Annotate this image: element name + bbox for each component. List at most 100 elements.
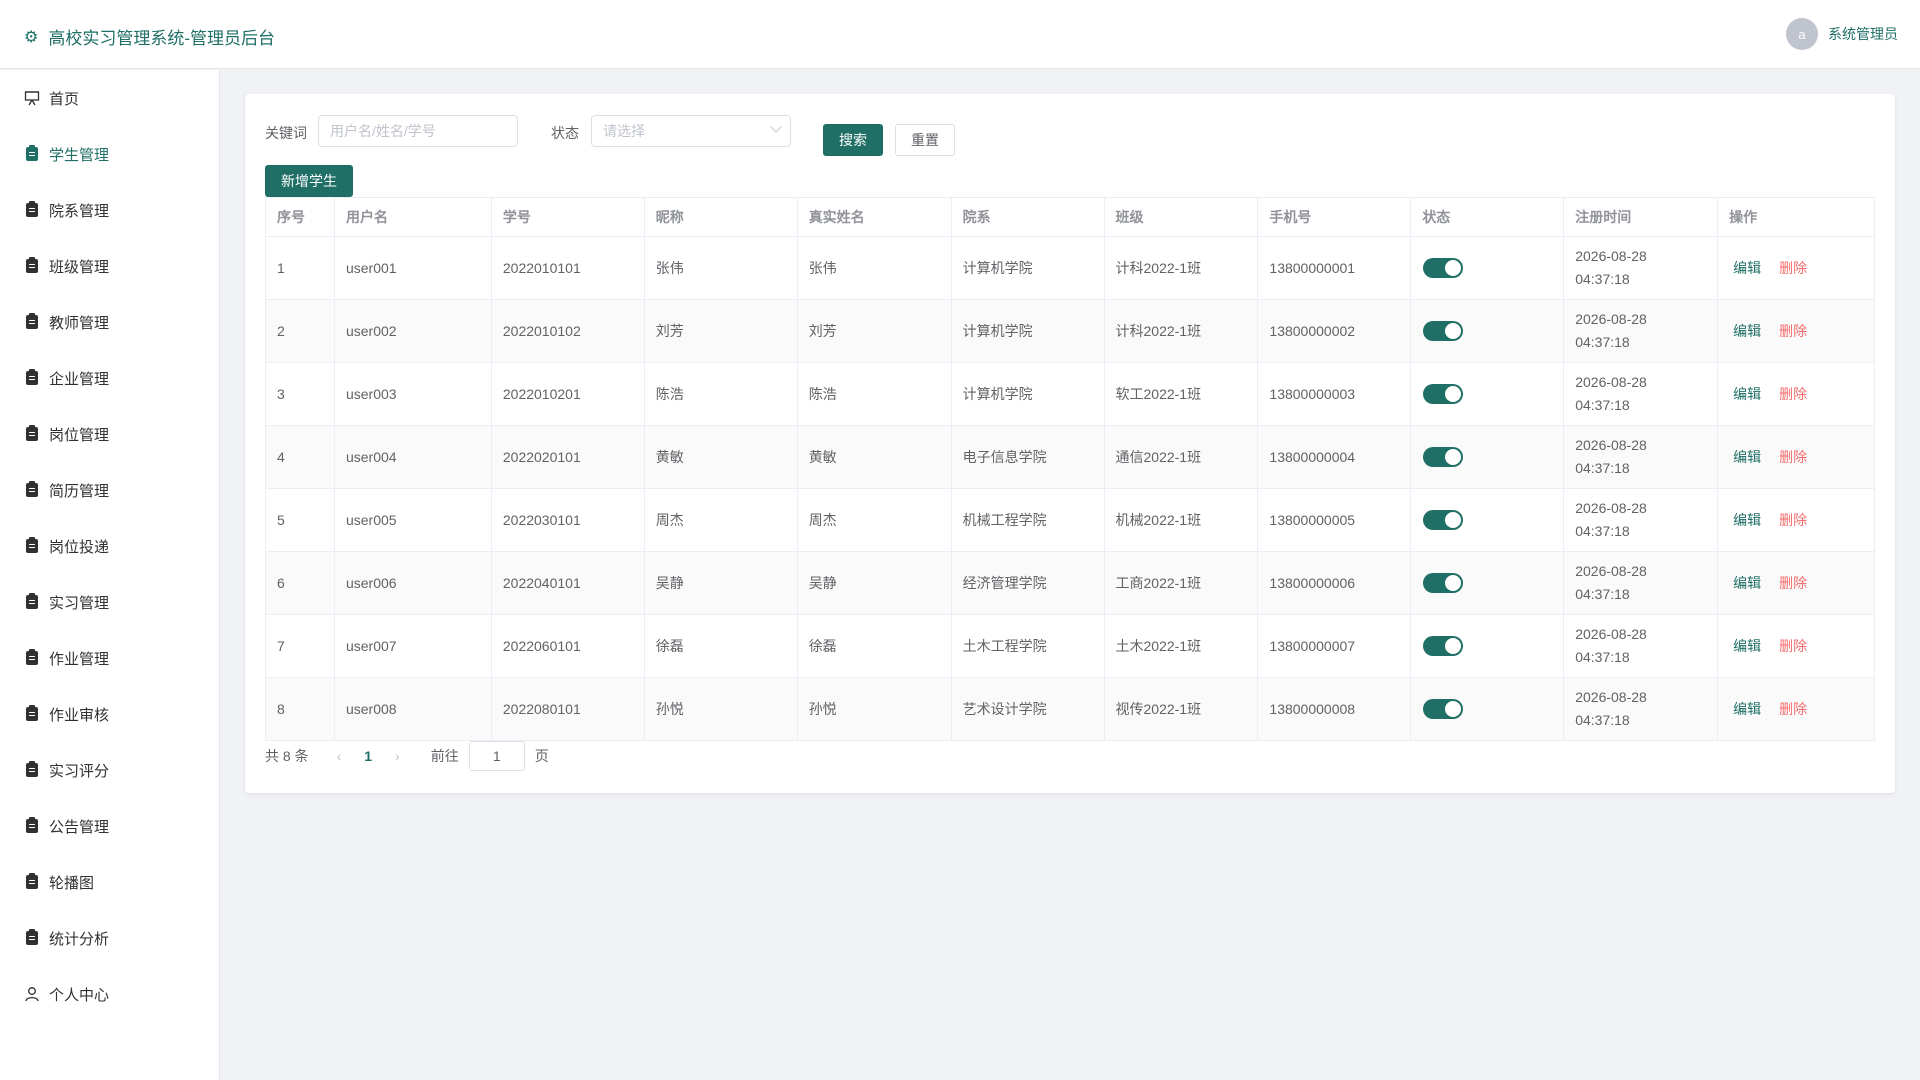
sidebar-item-carousel[interactable]: 轮播图 <box>0 854 219 910</box>
column-header[interactable]: 序号 <box>266 198 335 236</box>
column-header[interactable]: 班级 <box>1105 198 1259 236</box>
cell-phone: 13800000004 <box>1258 426 1412 488</box>
table-row: 3 user003 2022010201 陈浩 陈浩 计算机学院 软工2022-… <box>266 363 1876 426</box>
sidebar-item-label: 班级管理 <box>49 258 110 276</box>
cell-real-name: 吴静 <box>798 552 952 614</box>
status-select[interactable]: 请选择 <box>591 115 791 147</box>
reset-button[interactable]: 重置 <box>895 124 955 156</box>
cell-index: 7 <box>266 615 335 677</box>
column-header[interactable]: 手机号 <box>1258 198 1412 236</box>
sidebar-item-companies[interactable]: 企业管理 <box>0 350 219 406</box>
status-toggle[interactable] <box>1423 384 1464 404</box>
sidebar-item-applications[interactable]: 岗位投递 <box>0 518 219 574</box>
cell-student-no: 2022040101 <box>492 552 645 614</box>
status-toggle[interactable] <box>1423 447 1464 467</box>
clipboard-icon <box>24 593 40 610</box>
cell-student-no: 2022020101 <box>492 426 645 488</box>
cell-class: 软工2022-1班 <box>1105 363 1259 425</box>
delete-link[interactable]: 删除 <box>1779 447 1807 467</box>
register-clock: 04:37:18 <box>1575 334 1630 350</box>
edit-link[interactable]: 编辑 <box>1733 510 1761 530</box>
next-page-icon[interactable]: › <box>395 748 400 764</box>
delete-link[interactable]: 删除 <box>1779 636 1807 656</box>
sidebar: 首页 学生管理 院系管理 班级管理 教师管理 企业管理 岗位管理 简历管理 岗位… <box>0 70 220 1080</box>
cell-actions: 编辑 删除 <box>1718 363 1876 425</box>
column-header[interactable]: 注册时间 <box>1564 198 1719 236</box>
user-name[interactable]: 系统管理员 <box>1828 24 1898 44</box>
delete-link[interactable]: 删除 <box>1779 321 1807 341</box>
cell-phone: 13800000001 <box>1258 237 1412 299</box>
cell-nickname: 刘芳 <box>645 300 798 362</box>
sidebar-item-internship-scoring[interactable]: 实习评分 <box>0 742 219 798</box>
status-toggle[interactable] <box>1423 321 1464 341</box>
edit-link[interactable]: 编辑 <box>1733 258 1761 278</box>
cell-department: 计算机学院 <box>952 237 1105 299</box>
user-menu[interactable]: a 系统管理员 <box>1786 18 1898 50</box>
cell-student-no: 2022010101 <box>492 237 645 299</box>
sidebar-item-classes[interactable]: 班级管理 <box>0 238 219 294</box>
clipboard-icon <box>24 425 40 442</box>
sidebar-item-assignment-review[interactable]: 作业审核 <box>0 686 219 742</box>
cell-status <box>1411 615 1565 677</box>
column-header[interactable]: 昵称 <box>645 198 798 236</box>
sidebar-item-teachers[interactable]: 教师管理 <box>0 294 219 350</box>
cell-username: user004 <box>335 426 492 488</box>
register-date: 2026-08-28 <box>1575 311 1647 327</box>
edit-link[interactable]: 编辑 <box>1733 699 1761 719</box>
status-toggle[interactable] <box>1423 510 1464 530</box>
column-header[interactable]: 学号 <box>492 198 645 236</box>
cell-class: 土木2022-1班 <box>1105 615 1259 677</box>
status-toggle[interactable] <box>1423 636 1464 656</box>
sidebar-item-students[interactable]: 学生管理 <box>0 126 219 182</box>
delete-link[interactable]: 删除 <box>1779 510 1807 530</box>
cell-index: 3 <box>266 363 335 425</box>
status-toggle[interactable] <box>1423 699 1464 719</box>
delete-link[interactable]: 删除 <box>1779 258 1807 278</box>
sidebar-item-profile[interactable]: 个人中心 <box>0 966 219 1022</box>
cell-username: user008 <box>335 678 492 740</box>
column-header[interactable]: 用户名 <box>335 198 492 236</box>
sidebar-item-resumes[interactable]: 简历管理 <box>0 462 219 518</box>
search-button[interactable]: 搜索 <box>823 124 883 156</box>
delete-link[interactable]: 删除 <box>1779 384 1807 404</box>
edit-link[interactable]: 编辑 <box>1733 384 1761 404</box>
status-toggle[interactable] <box>1423 258 1464 278</box>
edit-link[interactable]: 编辑 <box>1733 447 1761 467</box>
keyword-search-input[interactable]: 用户名/姓名/学号 <box>318 115 518 147</box>
column-header[interactable]: 真实姓名 <box>798 198 952 236</box>
goto-page-input[interactable]: 1 <box>468 741 525 771</box>
register-date: 2026-08-28 <box>1575 374 1647 390</box>
cell-index: 4 <box>266 426 335 488</box>
sidebar-item-positions[interactable]: 岗位管理 <box>0 406 219 462</box>
column-header[interactable]: 状态 <box>1411 198 1565 236</box>
sidebar-item-statistics[interactable]: 统计分析 <box>0 910 219 966</box>
register-clock: 04:37:18 <box>1575 712 1630 728</box>
cell-student-no: 2022010201 <box>492 363 645 425</box>
column-header[interactable]: 院系 <box>952 198 1105 236</box>
delete-link[interactable]: 删除 <box>1779 573 1807 593</box>
cell-nickname: 周杰 <box>645 489 798 551</box>
sidebar-item-label: 院系管理 <box>49 202 110 220</box>
avatar[interactable]: a <box>1786 18 1818 50</box>
user-icon <box>24 986 40 1002</box>
cell-register-time: 2026-08-28 04:37:18 <box>1564 615 1719 677</box>
status-toggle[interactable] <box>1423 573 1464 593</box>
sidebar-item-announcements[interactable]: 公告管理 <box>0 798 219 854</box>
cell-username: user006 <box>335 552 492 614</box>
cell-actions: 编辑 删除 <box>1718 615 1876 677</box>
sidebar-item-departments[interactable]: 院系管理 <box>0 182 219 238</box>
delete-link[interactable]: 删除 <box>1779 699 1807 719</box>
sidebar-item-label: 统计分析 <box>49 930 110 948</box>
sidebar-item-home[interactable]: 首页 <box>0 70 219 126</box>
prev-page-icon[interactable]: ‹ <box>337 748 342 764</box>
register-clock: 04:37:18 <box>1575 649 1630 665</box>
cell-status <box>1411 678 1565 740</box>
sidebar-item-internships[interactable]: 实习管理 <box>0 574 219 630</box>
cell-student-no: 2022030101 <box>492 489 645 551</box>
sidebar-item-assignments[interactable]: 作业管理 <box>0 630 219 686</box>
edit-link[interactable]: 编辑 <box>1733 636 1761 656</box>
add-student-button[interactable]: 新增学生 <box>265 165 353 197</box>
edit-link[interactable]: 编辑 <box>1733 321 1761 341</box>
page-number[interactable]: 1 <box>364 748 372 764</box>
edit-link[interactable]: 编辑 <box>1733 573 1761 593</box>
